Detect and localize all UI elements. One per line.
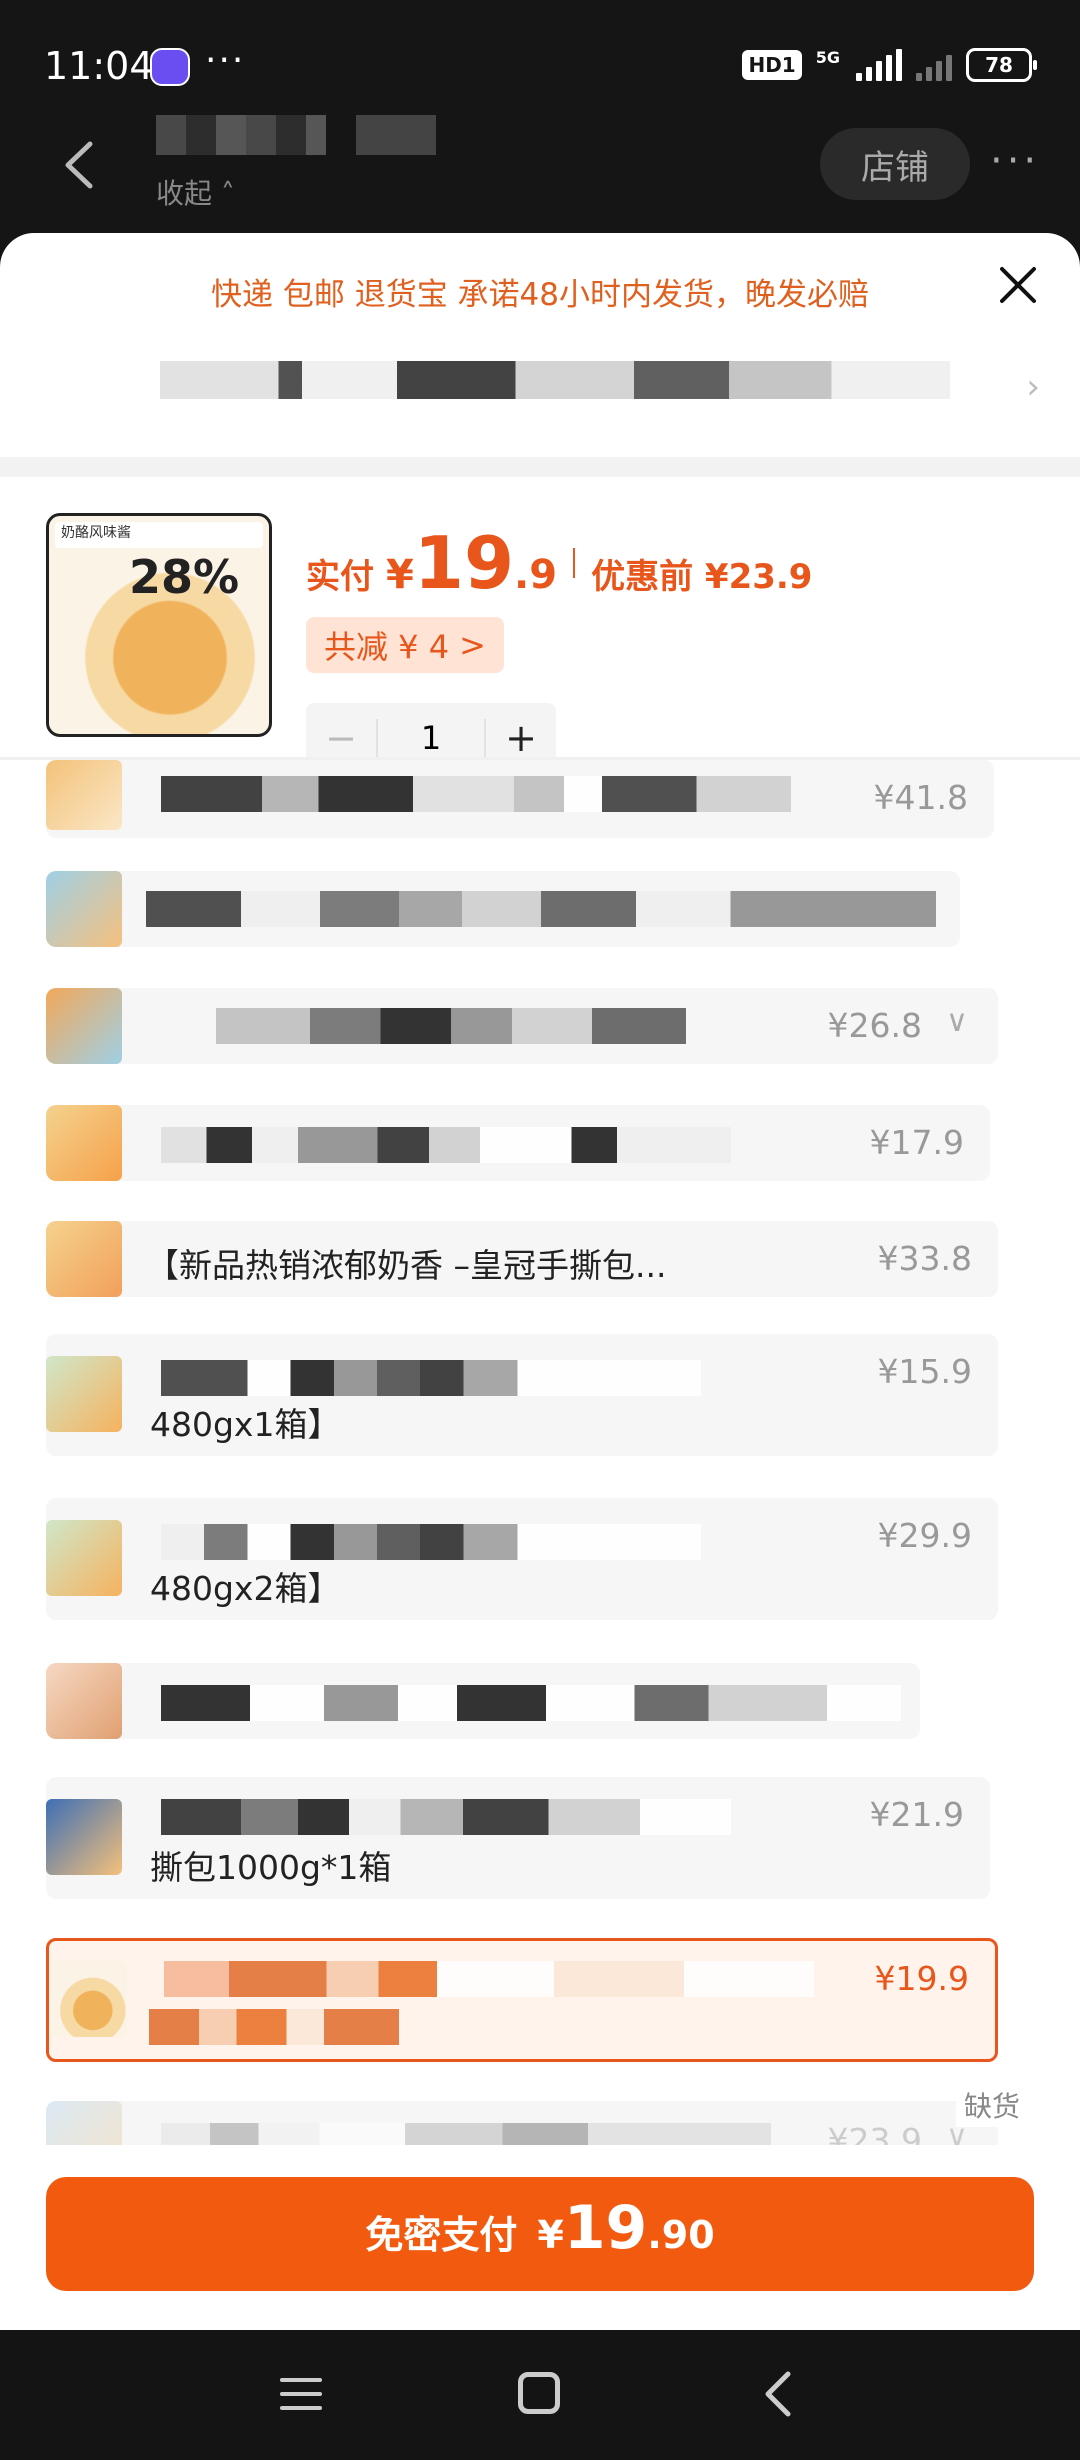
thumb-caption: 奶酪风味酱 xyxy=(55,522,263,548)
address-row[interactable]: › xyxy=(0,333,1080,443)
variant-thumbnail xyxy=(46,871,122,947)
status-indicators: HD1 5G 78 xyxy=(742,48,1037,82)
home-icon[interactable] xyxy=(518,2372,560,2414)
battery-level: 78 xyxy=(985,53,1013,77)
variant-label-redacted xyxy=(161,1360,701,1396)
collapse-toggle[interactable]: 收起 ˄ xyxy=(156,172,235,212)
address-redacted xyxy=(160,361,950,399)
variant-label-redacted-2 xyxy=(149,2009,399,2045)
shop-name-redacted xyxy=(156,115,326,155)
more-notifications-icon: ··· xyxy=(205,40,246,81)
variant-item[interactable]: 480gx2箱】 ¥29.9 xyxy=(46,1498,998,1620)
variant-price: ¥29.9 xyxy=(877,1516,972,1555)
chevron-down-icon[interactable]: ∨ xyxy=(946,1004,968,1039)
password-free-pay-button[interactable]: 免密支付 ¥ 19 .90 xyxy=(46,2177,1034,2291)
variant-label: 撕包1000g*1箱 xyxy=(150,1848,392,1887)
variant-thumbnail xyxy=(46,1663,122,1739)
hd-badge: HD1 xyxy=(742,50,802,80)
variant-item[interactable] xyxy=(46,1663,920,1739)
shipping-banner: 快递 包邮 退货宝 承诺48小时内发货，晚发必赔 xyxy=(210,277,869,313)
battery-icon: 78 xyxy=(966,48,1037,82)
variant-thumbnail xyxy=(51,1961,127,2037)
pay-button-amount-dec: .90 xyxy=(647,2213,715,2257)
pay-label: 实付 xyxy=(306,557,374,597)
variant-thumbnail xyxy=(46,1520,122,1596)
variant-thumbnail xyxy=(46,760,122,830)
close-icon[interactable] xyxy=(996,263,1040,307)
network-label: 5G xyxy=(815,48,840,67)
variant-item[interactable]: ¥41.8 xyxy=(46,760,994,838)
variant-label-redacted xyxy=(146,891,936,927)
variant-price: ¥26.8 xyxy=(827,1006,922,1045)
app-notification-icon xyxy=(150,48,190,86)
pay-button-amount-int: 19 xyxy=(563,2193,648,2263)
variant-item-selected[interactable]: ¥19.9 xyxy=(46,1938,998,2062)
shop-button[interactable]: 店铺 xyxy=(820,128,970,200)
thumb-percentage: 28% xyxy=(129,550,240,604)
variant-item[interactable]: ¥26.8 ∨ xyxy=(46,988,998,1064)
variant-label-redacted xyxy=(161,776,791,812)
shop-name-redacted-2 xyxy=(356,115,436,155)
pay-button-currency: ¥ xyxy=(537,2213,564,2257)
more-options-icon[interactable]: ··· xyxy=(990,138,1040,184)
out-of-stock-badge: 缺货 xyxy=(955,2083,1028,2127)
product-thumbnail: 奶酪风味酱 28% xyxy=(46,513,272,737)
variant-label-redacted xyxy=(216,1008,686,1044)
variant-label-redacted xyxy=(164,1961,814,1997)
variant-thumbnail xyxy=(46,1799,122,1875)
order-sheet: 快递 包邮 退货宝 承诺48小时内发货，晚发必赔 › 奶酪风味酱 28% 实付 … xyxy=(0,233,1080,2330)
page-header: 收起 ˄ 店铺 ··· xyxy=(0,100,1080,240)
discount-chip[interactable]: 共减 ¥ 4 > xyxy=(306,617,504,673)
product-summary: 奶酪风味酱 28% 实付 ¥ 19 .9 优惠前 ¥23.9 共减 ¥ 4 > … xyxy=(0,477,1080,773)
variant-label-redacted xyxy=(161,1524,701,1560)
status-time: 11:04 xyxy=(44,44,154,88)
variant-label-redacted xyxy=(161,1127,731,1163)
collapse-label: 收起 xyxy=(156,177,213,210)
price-separator xyxy=(573,548,576,578)
variant-item[interactable]: 【新品热销浓郁奶香 –皇冠手撕包... ¥33.8 xyxy=(46,1221,998,1297)
system-nav-bar xyxy=(0,2330,1080,2460)
variant-label: 480gx2箱】 xyxy=(150,1569,341,1608)
pay-currency: ¥ xyxy=(386,552,414,598)
variant-label-redacted xyxy=(161,1799,731,1835)
variant-item[interactable]: ¥17.9 xyxy=(46,1105,990,1181)
pay-price-dec: .9 xyxy=(514,552,558,598)
variant-thumbnail xyxy=(46,1221,122,1297)
section-divider xyxy=(0,457,1080,477)
chevron-right-icon: > xyxy=(459,626,486,664)
chevron-right-icon: › xyxy=(1026,367,1040,407)
variant-item[interactable]: 撕包1000g*1箱 ¥21.9 xyxy=(46,1777,990,1899)
price-line: 实付 ¥ 19 .9 优惠前 ¥23.9 xyxy=(306,527,812,599)
pay-button-label: 免密支付 xyxy=(365,2213,518,2257)
variant-thumbnail xyxy=(46,1105,122,1181)
back-icon[interactable] xyxy=(760,2370,800,2418)
discount-label: 共减 ¥ 4 xyxy=(324,628,450,666)
variant-item[interactable]: 480gx1箱】 ¥15.9 xyxy=(46,1334,998,1456)
variant-price: ¥15.9 xyxy=(877,1352,972,1391)
quantity-value[interactable]: 1 xyxy=(376,719,486,757)
variant-price: ¥19.9 xyxy=(874,1959,969,1998)
variant-price: ¥33.8 xyxy=(877,1239,972,1278)
variant-price: ¥17.9 xyxy=(869,1123,964,1162)
variant-price: ¥21.9 xyxy=(869,1795,964,1834)
signal-icon xyxy=(856,49,902,81)
variant-thumbnail xyxy=(46,988,122,1064)
back-arrow-icon[interactable] xyxy=(60,140,100,190)
variant-item[interactable] xyxy=(46,871,960,947)
signal-2-icon xyxy=(916,49,952,81)
variant-label: 480gx1箱】 xyxy=(150,1405,341,1444)
pay-price-int: 19 xyxy=(413,521,515,605)
variant-thumbnail xyxy=(46,1356,122,1432)
variant-price: ¥41.8 xyxy=(873,778,968,817)
variant-label-redacted xyxy=(161,1685,901,1721)
original-price: 优惠前 ¥23.9 xyxy=(591,557,813,597)
recent-apps-icon[interactable] xyxy=(280,2376,322,2412)
variant-label: 【新品热销浓郁奶香 –皇冠手撕包... xyxy=(146,1246,667,1285)
